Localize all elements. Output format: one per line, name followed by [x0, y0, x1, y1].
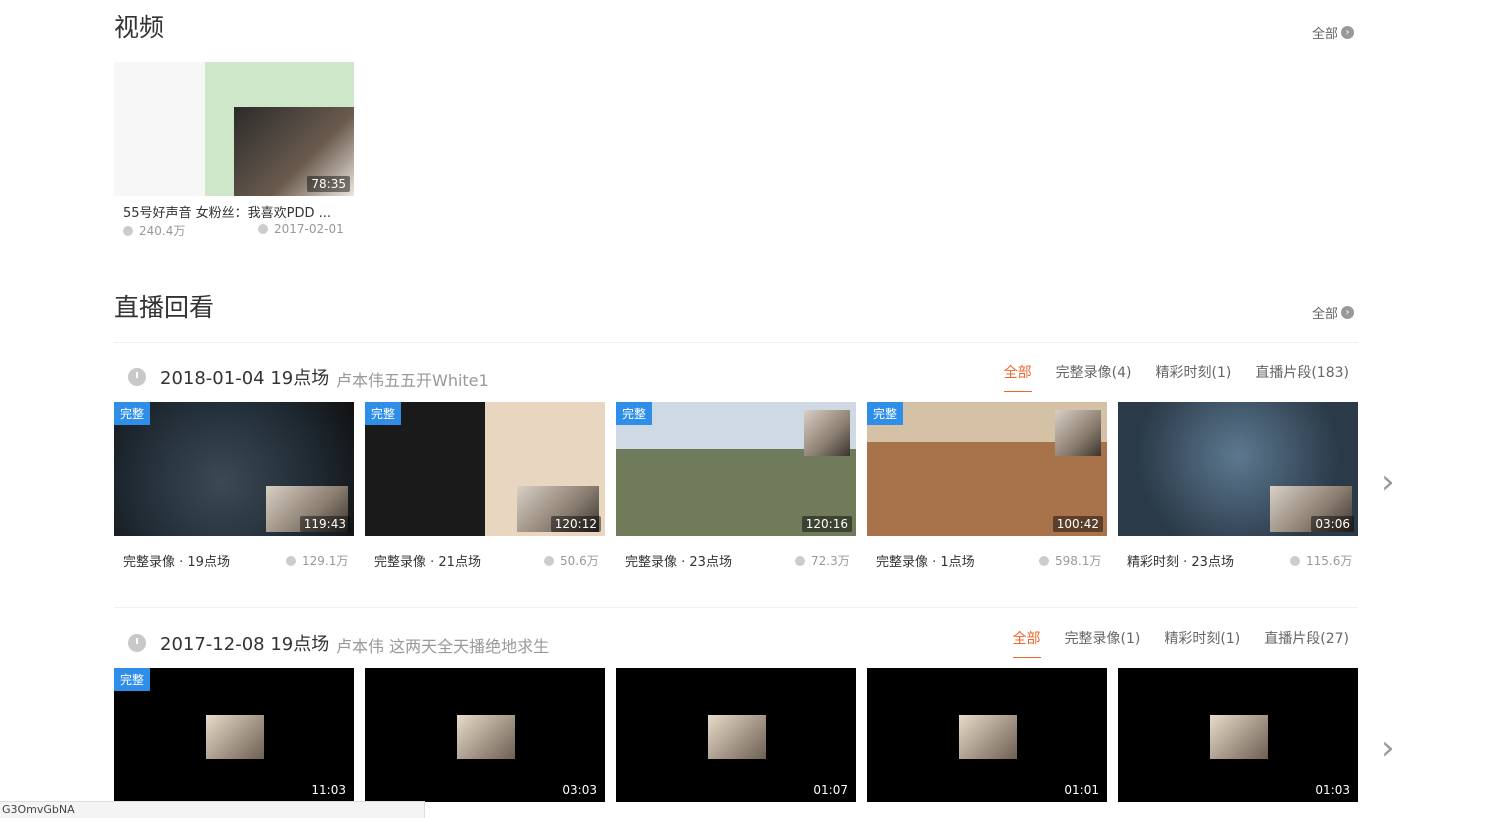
video-views-value: 240.4万: [139, 224, 186, 238]
replay-duration: 01:03: [1311, 782, 1354, 798]
replay-thumbnail[interactable]: 完整 120:12: [365, 402, 605, 536]
replay-group-header: 2018-01-04 19点场 卢本伟五五开White1 全部 完整录像(4) …: [114, 362, 1358, 392]
tab-full-recordings[interactable]: 完整录像(1): [1065, 628, 1141, 658]
clock-icon: [258, 224, 268, 234]
tab-full-recordings[interactable]: 完整录像(4): [1056, 362, 1132, 392]
carousel-next-arrow[interactable]: ›: [1381, 465, 1401, 499]
webcam-overlay: [1210, 715, 1268, 759]
play-count-icon: [795, 555, 805, 566]
video-title[interactable]: 55号好声音 女粉丝：我喜欢PDD ...: [123, 202, 331, 221]
group-tabs: 全部 完整录像(4) 精彩时刻(1) 直播片段(183): [1003, 362, 1349, 392]
replay-duration: 120:12: [550, 516, 601, 532]
play-count-icon: [123, 225, 133, 236]
replay-views: 50.6万: [544, 552, 599, 569]
video-thumbnail[interactable]: 78:35: [114, 62, 354, 196]
replay-views: 72.3万: [795, 552, 850, 569]
replay-duration: 119:43: [299, 516, 350, 532]
carousel-next-arrow[interactable]: ›: [1381, 731, 1401, 765]
divider: [114, 607, 1358, 608]
replay-views-value: 50.6万: [560, 554, 599, 568]
chevron-right-icon: ›: [1341, 26, 1354, 39]
full-badge: 完整: [867, 402, 904, 425]
play-count-icon: [1290, 555, 1300, 566]
replay-duration: 03:03: [558, 782, 601, 798]
replay-duration: 03:06: [1311, 516, 1354, 532]
play-count-icon: [544, 555, 554, 566]
replay-thumbnail[interactable]: 完整 120:16: [616, 402, 856, 536]
tab-all[interactable]: 全部: [1012, 628, 1041, 658]
tab-all[interactable]: 全部: [1003, 362, 1032, 392]
video-views: 240.4万: [123, 222, 185, 239]
browser-status-bar: G3OmvGbNA: [0, 801, 425, 818]
chevron-right-icon: ›: [1341, 306, 1354, 319]
group-subtitle: 卢本伟 这两天全天播绝地求生: [336, 637, 550, 656]
replay-thumbnail[interactable]: 03:06: [1118, 402, 1358, 536]
replay-duration: 01:01: [1060, 782, 1103, 798]
replay-views: 115.6万: [1290, 552, 1352, 569]
video-date: 2017-02-01: [258, 222, 344, 236]
video-date-value: 2017-02-01: [274, 222, 344, 236]
replay-group-header: 2017-12-08 19点场 卢本伟 这两天全天播绝地求生 全部 完整录像(1…: [114, 628, 1358, 658]
webcam-overlay: [206, 715, 264, 759]
replay-caption[interactable]: 完整录像 · 21点场: [374, 551, 481, 570]
full-badge: 完整: [365, 402, 402, 425]
replay-duration: 01:07: [809, 782, 852, 798]
group-subtitle: 卢本伟五五开White1: [336, 371, 489, 390]
tab-highlights[interactable]: 精彩时刻(1): [1156, 362, 1232, 392]
full-badge: 完整: [114, 668, 151, 691]
replay-views-value: 598.1万: [1055, 554, 1102, 568]
replay-thumbnail[interactable]: 完整 119:43: [114, 402, 354, 536]
clock-icon: [128, 368, 146, 386]
tab-clips[interactable]: 直播片段(27): [1264, 628, 1349, 658]
replay-thumbnail[interactable]: 03:03: [365, 668, 605, 802]
full-badge: 完整: [114, 402, 151, 425]
replay-views-value: 115.6万: [1306, 554, 1353, 568]
webcam-overlay: [1055, 410, 1101, 456]
webcam-overlay: [959, 715, 1017, 759]
replay-thumbnail[interactable]: 01:07: [616, 668, 856, 802]
webcam-overlay: [804, 410, 850, 456]
replay-thumbnail[interactable]: 完整 11:03: [114, 668, 354, 802]
replay-duration: 100:42: [1052, 516, 1103, 532]
replay-caption[interactable]: 精彩时刻 · 23点场: [1127, 551, 1234, 570]
video-section-title: 视频: [114, 13, 165, 42]
replay-views: 129.1万: [286, 552, 348, 569]
replay-caption[interactable]: 完整录像 · 23点场: [625, 551, 732, 570]
replay-thumbnail[interactable]: 01:01: [867, 668, 1107, 802]
play-count-icon: [286, 555, 296, 566]
replay-thumbnail[interactable]: 完整 100:42: [867, 402, 1107, 536]
replay-all-link[interactable]: 全部 ›: [1312, 303, 1354, 322]
replay-all-label: 全部: [1311, 307, 1338, 322]
divider: [114, 342, 1358, 343]
replay-duration: 120:16: [801, 516, 852, 532]
video-all-label: 全部: [1311, 27, 1338, 42]
webcam-overlay: [708, 715, 766, 759]
full-badge: 完整: [616, 402, 653, 425]
replay-views-value: 72.3万: [811, 554, 850, 568]
tab-clips[interactable]: 直播片段(183): [1255, 362, 1349, 392]
replay-duration: 11:03: [307, 782, 350, 798]
replay-thumbnail[interactable]: 01:03: [1118, 668, 1358, 802]
replay-caption[interactable]: 完整录像 · 1点场: [876, 551, 975, 570]
replay-views-value: 129.1万: [302, 554, 349, 568]
group-date: 2018-01-04 19点场: [160, 368, 330, 389]
replay-caption[interactable]: 完整录像 · 19点场: [123, 551, 230, 570]
replay-section-title: 直播回看: [114, 293, 215, 322]
webcam-overlay: [457, 715, 515, 759]
replay-views: 598.1万: [1039, 552, 1101, 569]
video-duration: 78:35: [307, 176, 350, 192]
clock-icon: [128, 634, 146, 652]
group-date: 2017-12-08 19点场: [160, 634, 330, 655]
video-all-link[interactable]: 全部 ›: [1312, 23, 1354, 42]
play-count-icon: [1039, 555, 1049, 566]
tab-highlights[interactable]: 精彩时刻(1): [1164, 628, 1240, 658]
group-tabs: 全部 完整录像(1) 精彩时刻(1) 直播片段(27): [1012, 628, 1349, 658]
